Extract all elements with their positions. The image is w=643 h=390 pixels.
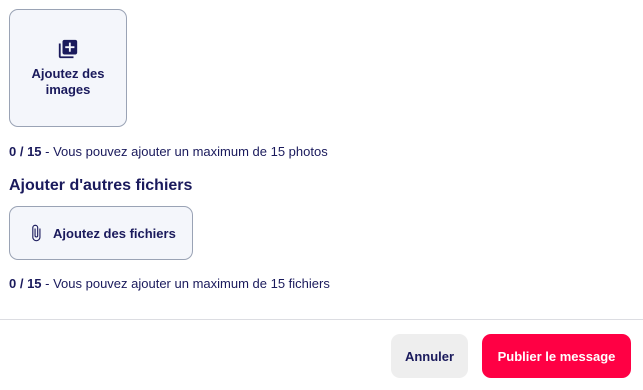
footer-divider — [0, 319, 643, 320]
add-photo-library-icon — [58, 39, 78, 59]
files-count: 0 / 15 — [9, 276, 42, 291]
other-files-section-title: Ajouter d'autres fichiers — [9, 177, 193, 194]
images-counter: 0 / 15 - Vous pouvez ajouter un maximum … — [9, 144, 328, 159]
message-attachments-form: Ajoutez des images 0 / 15 - Vous pouvez … — [0, 0, 643, 390]
add-images-button[interactable]: Ajoutez des images — [9, 9, 127, 127]
cancel-button[interactable]: Annuler — [391, 334, 468, 378]
add-files-button[interactable]: Ajoutez des fichiers — [9, 206, 193, 260]
files-counter: 0 / 15 - Vous pouvez ajouter un maximum … — [9, 276, 330, 291]
paperclip-icon — [32, 224, 41, 242]
publish-message-button[interactable]: Publier le message — [482, 334, 631, 378]
add-images-label: Ajoutez des images — [31, 66, 105, 97]
add-files-label: Ajoutez des fichiers — [53, 225, 176, 241]
files-hint: - Vous pouvez ajouter un maximum de 15 f… — [41, 276, 330, 291]
images-hint: - Vous pouvez ajouter un maximum de 15 p… — [41, 144, 328, 159]
images-count: 0 / 15 — [9, 144, 42, 159]
